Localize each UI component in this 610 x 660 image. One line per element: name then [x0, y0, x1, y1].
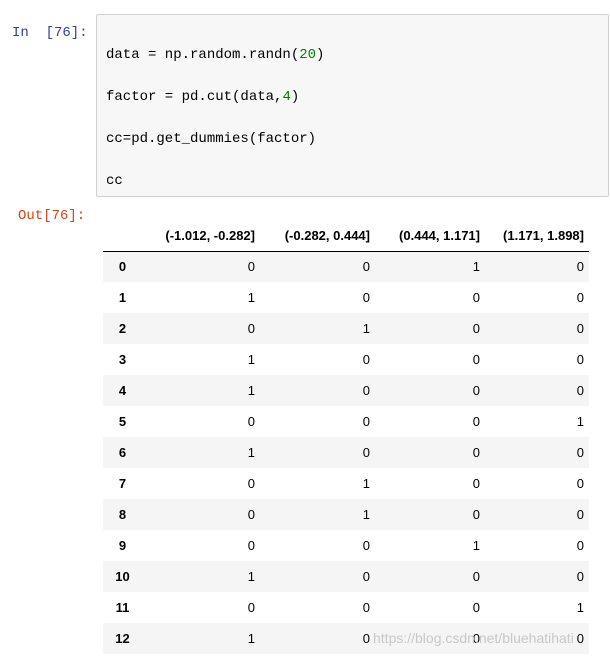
table-cell: 0 [362, 631, 370, 646]
table-cell: 0 [472, 414, 480, 429]
table-row: 7 0 1 0 0 [103, 468, 589, 499]
column-header: (1.171, 1.898] [485, 220, 589, 252]
table-cell: 0 [362, 569, 370, 584]
row-index: 0 [118, 259, 127, 275]
table-cell: 0 [472, 476, 480, 491]
table-cell: 0 [247, 414, 255, 429]
table-cell: 0 [472, 290, 480, 305]
code-line-1: data = np.random.randn(20) [106, 47, 324, 63]
table-cell: 1 [362, 507, 370, 522]
column-header: (-1.012, -0.282] [142, 220, 260, 252]
output-prompt: Out[76]: [18, 208, 86, 224]
table-cell: 1 [362, 321, 370, 336]
table-cell: 0 [247, 476, 255, 491]
code-text: factor = pd.cut(data, [106, 89, 283, 105]
row-index: 11 [115, 600, 130, 615]
table-row: 2 0 1 0 0 [103, 313, 589, 344]
code-line-4: cc [106, 173, 123, 189]
row-index: 8 [118, 507, 127, 522]
column-header: (0.444, 1.171] [375, 220, 485, 252]
table-cell: 1 [247, 445, 255, 460]
table-cell: 0 [576, 321, 584, 336]
table-cell: 0 [576, 507, 584, 522]
row-index: 3 [118, 352, 127, 367]
watermark: https://blog.csdn.net/bluehatihati [373, 630, 574, 646]
code-text: ) [316, 47, 325, 63]
row-index: 6 [118, 445, 127, 460]
table-cell: 1 [247, 290, 255, 305]
table-cell: 0 [576, 383, 584, 398]
table-cell: 0 [576, 538, 584, 553]
table-row: 1 1 0 0 0 [103, 282, 589, 313]
table-cell: 0 [362, 538, 370, 553]
row-index: 10 [115, 569, 130, 584]
row-index: 12 [115, 631, 130, 646]
table-row: 6 1 0 0 0 [103, 437, 589, 468]
table-cell: 1 [362, 476, 370, 491]
table-cell: 0 [247, 600, 255, 615]
row-index: 1 [118, 290, 127, 305]
table-row: 10 1 0 0 0 [103, 561, 589, 592]
table-cell: 0 [472, 600, 480, 615]
table-header-row: (-1.012, -0.282] (-0.282, 0.444] (0.444,… [103, 220, 589, 252]
code-number: 20 [299, 47, 317, 63]
table-cell: 0 [362, 290, 370, 305]
dataframe-table: (-1.012, -0.282] (-0.282, 0.444] (0.444,… [103, 220, 589, 654]
table-cell: 0 [472, 383, 480, 398]
table-cell: 0 [576, 259, 584, 275]
code-text: ) [290, 89, 300, 105]
row-index: 4 [118, 383, 127, 398]
table-row: 8 0 1 0 0 [103, 499, 589, 530]
table-row: 4 1 0 0 0 [103, 375, 589, 406]
table-cell: 1 [576, 600, 584, 615]
table-row: 3 1 0 0 0 [103, 344, 589, 375]
table-row: 11 0 0 0 1 [103, 592, 589, 623]
table-cell: 0 [362, 600, 370, 615]
index-header [103, 220, 142, 252]
table-cell: 0 [362, 383, 370, 398]
table-cell: 0 [247, 538, 255, 553]
table-cell: 0 [362, 259, 370, 275]
table-cell: 0 [362, 445, 370, 460]
code-line-3: cc=pd.get_dummies(factor) [106, 131, 317, 147]
table-cell: 0 [576, 352, 584, 367]
table-row: 9 0 0 1 0 [103, 530, 589, 561]
column-header: (-0.282, 0.444] [260, 220, 375, 252]
code-line-2: factor = pd.cut(data,4) [106, 89, 299, 105]
table-row: 5 0 0 0 1 [103, 406, 589, 437]
table-cell: 0 [576, 290, 584, 305]
code-number: 4 [282, 89, 291, 105]
code-input-area[interactable]: data = np.random.randn(20) factor = pd.c… [96, 14, 609, 197]
table-cell: 0 [472, 321, 480, 336]
row-index: 9 [118, 538, 127, 553]
table-cell: 0 [472, 352, 480, 367]
table-cell: 0 [472, 445, 480, 460]
table-cell: 1 [247, 383, 255, 398]
table-cell: 1 [472, 259, 480, 275]
table-cell: 1 [472, 538, 480, 553]
code-text: data = np.random.randn( [106, 47, 300, 63]
table-cell: 0 [362, 352, 370, 367]
table-cell: 1 [247, 631, 255, 646]
table-cell: 0 [576, 476, 584, 491]
row-index: 5 [118, 414, 127, 429]
table-cell: 1 [247, 352, 255, 367]
row-index: 7 [118, 476, 127, 491]
table-cell: 0 [472, 507, 480, 522]
table-cell: 0 [576, 569, 584, 584]
row-index: 2 [118, 321, 127, 336]
table-cell: 0 [472, 569, 480, 584]
table-cell: 1 [576, 414, 584, 429]
table-row: 0 0 0 1 0 [103, 251, 589, 282]
table-cell: 0 [247, 507, 255, 522]
table-cell: 0 [362, 414, 370, 429]
table-cell: 1 [247, 569, 255, 584]
table-cell: 0 [247, 259, 255, 275]
table-cell: 0 [576, 445, 584, 460]
table-cell: 0 [247, 321, 255, 336]
input-prompt: In [76]: [12, 25, 88, 41]
